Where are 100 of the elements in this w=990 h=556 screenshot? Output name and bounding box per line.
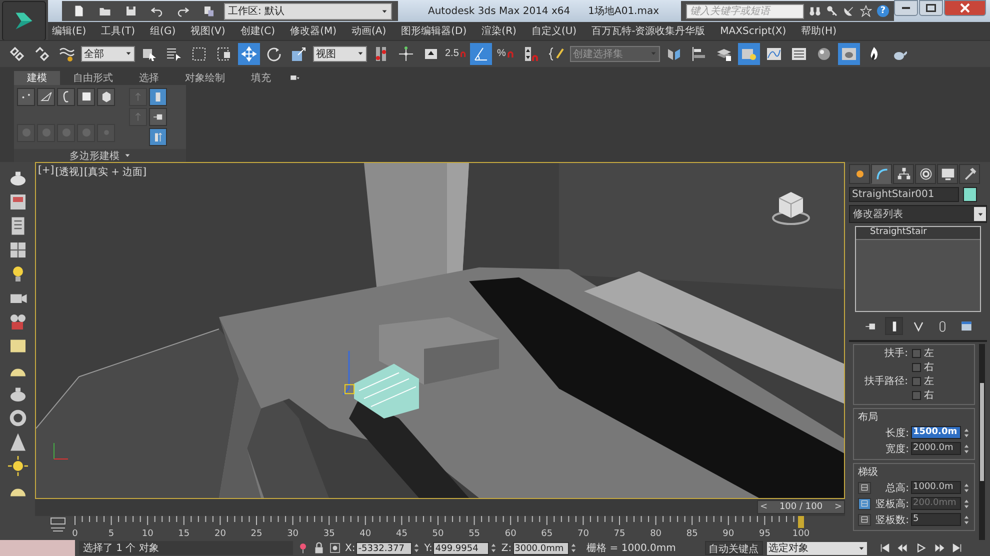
spinner-icon[interactable]: [963, 482, 970, 494]
target-box-icon[interactable]: [329, 542, 341, 554]
coordinate-field[interactable]: 499.9954: [433, 542, 490, 554]
ribbon-tab[interactable]: 填充: [238, 70, 284, 85]
menu-item[interactable]: 图形编辑器(D): [401, 24, 467, 38]
ribbon-toggle-button[interactable]: [149, 128, 167, 146]
number-field[interactable]: 1000.0m: [911, 481, 961, 494]
lock-icon[interactable]: [313, 542, 325, 554]
number-field[interactable]: 2000.0m: [911, 442, 961, 455]
spinner-icon[interactable]: [963, 498, 970, 510]
panel-tab[interactable]: [959, 164, 980, 184]
spinner-icon[interactable]: [963, 426, 970, 438]
viewport-label[interactable]: [+]: [38, 165, 54, 179]
time-slider-thumb[interactable]: < 100 / 100 >: [757, 500, 845, 514]
menu-item[interactable]: 创建(C): [240, 24, 276, 38]
menu-item[interactable]: 动画(A): [352, 24, 386, 38]
magnet-button[interactable]: 2.5: [445, 42, 467, 65]
object-name-field[interactable]: StraightStair001: [849, 187, 959, 202]
menu-item[interactable]: 百万瓦特-资源收集丹华版: [592, 24, 706, 38]
stack-tool-button[interactable]: [885, 317, 903, 335]
checkbox-option[interactable]: 右: [912, 388, 970, 402]
dropdown[interactable]: 全部: [81, 46, 135, 62]
scrollbar[interactable]: [979, 344, 985, 540]
checkbox-option[interactable]: 左: [912, 374, 970, 388]
workspace-dropdown[interactable]: 工作区: 默认: [224, 2, 392, 20]
menu-item[interactable]: 帮助(H): [801, 24, 836, 38]
maximize-button[interactable]: [919, 0, 943, 16]
script-listener-field[interactable]: [0, 540, 75, 556]
previous-frame-arrow[interactable]: <: [758, 502, 770, 512]
ribbon-toggle-button[interactable]: [149, 88, 167, 106]
ribbon-tab[interactable]: 自由形式: [60, 70, 126, 85]
ribbon-button[interactable]: [57, 88, 75, 106]
next-key-icon[interactable]: [932, 542, 945, 554]
grid-panel-icon[interactable]: [8, 240, 28, 260]
ribbon-button[interactable]: [97, 88, 115, 106]
stack-item[interactable]: StraightStair: [856, 227, 980, 240]
film-camera-icon[interactable]: [8, 312, 28, 332]
object-color-swatch[interactable]: [963, 187, 977, 202]
checkbox-option[interactable]: 左: [912, 346, 970, 360]
viewport[interactable]: [+][透视][真实 + 边面]: [35, 162, 845, 499]
panel-tab[interactable]: [893, 164, 914, 184]
go-to-end-icon[interactable]: [950, 542, 963, 554]
ribbon-tab[interactable]: 对象绘制: [172, 70, 238, 85]
key-filter-dropdown[interactable]: 选定对象: [766, 542, 867, 554]
help-button[interactable]: ?: [877, 5, 889, 17]
ribbon-button[interactable]: [77, 88, 95, 106]
lock-toggle-button[interactable]: [858, 482, 871, 494]
lock-toggle-button[interactable]: [858, 514, 871, 526]
menu-item[interactable]: MAXScript(X): [720, 26, 786, 36]
panel-tab[interactable]: [849, 164, 870, 184]
menu-item[interactable]: 视图(V): [190, 24, 226, 38]
go-to-start-icon[interactable]: [878, 542, 891, 554]
panel-bulb-button[interactable]: [738, 42, 760, 65]
minimize-button[interactable]: [894, 0, 918, 16]
number-field[interactable]: 5: [911, 513, 961, 526]
ribbon-tab[interactable]: 选择: [126, 70, 172, 85]
previous-key-icon[interactable]: [896, 542, 909, 554]
timeline-icon[interactable]: [50, 518, 66, 532]
menu-item[interactable]: 修改器(M): [290, 24, 336, 38]
spinner-icon[interactable]: [963, 442, 970, 454]
sun-icon[interactable]: [8, 456, 28, 476]
panel-icon[interactable]: [8, 192, 28, 212]
spinner-icon[interactable]: [963, 514, 970, 526]
app-logo[interactable]: [2, 1, 46, 41]
number-field[interactable]: 1500.0m: [911, 426, 961, 439]
ring-icon[interactable]: [8, 408, 28, 428]
panel-tab[interactable]: [915, 164, 936, 184]
menu-item[interactable]: 自定义(U): [531, 24, 577, 38]
key-icon[interactable]: [826, 5, 838, 17]
next-frame-arrow[interactable]: >: [832, 502, 844, 512]
close-button[interactable]: [944, 0, 986, 16]
satellite-dish-icon[interactable]: [843, 5, 855, 17]
menu-item[interactable]: 组(G): [150, 24, 176, 38]
ribbon-button[interactable]: [37, 88, 55, 106]
coordinate-field[interactable]: -5332.377: [356, 542, 412, 554]
play-icon[interactable]: [914, 542, 927, 554]
menu-item[interactable]: 编辑(E): [52, 24, 86, 38]
coordinate-field[interactable]: 3000.0mm: [512, 542, 569, 554]
modifier-list-dropdown[interactable]: 修改器列表: [849, 205, 987, 223]
magnet-button[interactable]: %: [495, 42, 517, 65]
ribbon-toggle-button[interactable]: [149, 108, 167, 126]
scroll-thumb[interactable]: [980, 383, 984, 482]
viewport-label[interactable]: [真实 + 边面]: [84, 165, 147, 179]
panel-tab[interactable]: [937, 164, 958, 184]
search-field[interactable]: 键入关键字或短语: [686, 4, 804, 18]
pushpin-icon[interactable]: [297, 542, 309, 554]
timeline-ruler[interactable]: 0 5 10 15 20 25 30 35 40 45 50 55 60 65 70 75 80 85 90 95 100: [35, 516, 843, 540]
star-icon[interactable]: [860, 5, 872, 17]
angle-snap-button[interactable]: [470, 42, 492, 65]
dropdown[interactable]: 视图: [313, 46, 367, 62]
menu-item[interactable]: 渲染(R): [482, 24, 516, 38]
auto-key-button[interactable]: 自动关键点: [704, 541, 763, 555]
panel-tab[interactable]: [871, 164, 892, 184]
ribbon-tab[interactable]: 建模: [14, 70, 60, 85]
viewport-label[interactable]: [透视]: [55, 165, 83, 179]
move-arrows-button[interactable]: [238, 42, 260, 65]
checkbox-option[interactable]: 右: [912, 360, 970, 374]
menu-item[interactable]: 工具(T): [101, 24, 136, 38]
binoculars-icon[interactable]: [809, 5, 821, 17]
cone-icon[interactable]: [8, 432, 28, 452]
